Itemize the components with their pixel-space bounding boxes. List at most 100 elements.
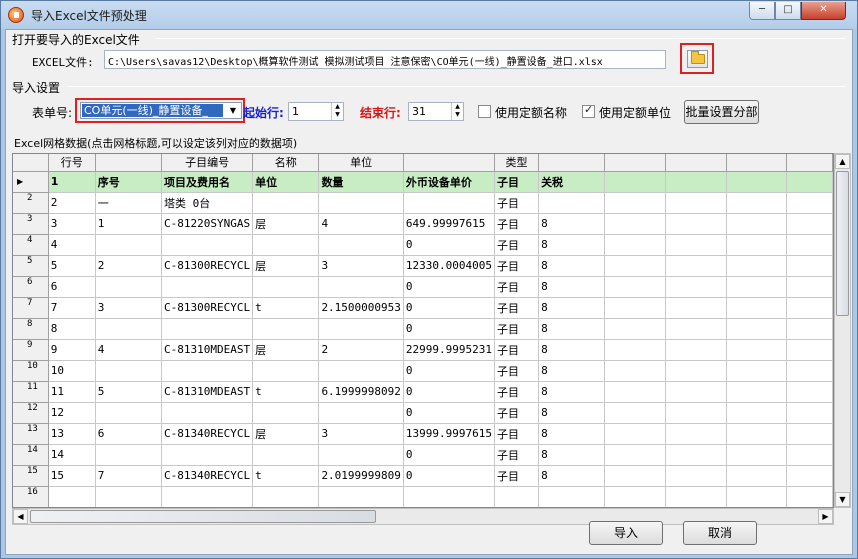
grid-cell[interactable]: 3: [318, 423, 404, 445]
grid-cell[interactable]: C-81310MDEAST: [161, 339, 254, 361]
grid-cell[interactable]: [161, 486, 254, 507]
grid-cell[interactable]: 0: [403, 402, 496, 424]
grid-cell[interactable]: [726, 402, 788, 424]
close-button[interactable]: ✕: [801, 2, 846, 20]
grid-cell[interactable]: 子目: [494, 402, 540, 424]
grid-cell[interactable]: 层: [252, 255, 320, 277]
grid-cell[interactable]: C-81300RECYCL: [161, 297, 254, 319]
grid-cell[interactable]: [318, 360, 404, 382]
grid-cell[interactable]: 外币设备单价: [403, 171, 496, 193]
grid-cell[interactable]: 塔类 0台: [161, 192, 254, 214]
grid-cell[interactable]: [786, 402, 833, 424]
grid-cell[interactable]: [726, 360, 788, 382]
grid-cell[interactable]: [786, 486, 833, 507]
grid-cell[interactable]: 8: [48, 318, 96, 340]
column-header[interactable]: 名称: [252, 154, 320, 172]
grid-cell[interactable]: [726, 423, 788, 445]
spinner-arrows-icon[interactable]: ▲ ▼: [451, 103, 463, 120]
grid-cell[interactable]: 8: [538, 318, 606, 340]
row-header-cell[interactable]: 9: [13, 339, 49, 361]
column-header[interactable]: 子目编号: [161, 154, 254, 172]
table-row[interactable]: 9 9 4 C-81310MDEAST 层 2 22999.9995231 子目 8: [13, 339, 833, 361]
table-row[interactable]: ▶ 1 序号 项目及费用名 单位 数量 外币设备单价 子目 关税: [13, 171, 833, 193]
grid-cell[interactable]: 8: [538, 360, 606, 382]
scroll-down-icon[interactable]: ▼: [835, 492, 850, 507]
grid-cell[interactable]: 0: [403, 297, 496, 319]
row-header-cell[interactable]: 16: [13, 486, 49, 507]
table-row[interactable]: 10 10 0 子目 8: [13, 360, 833, 382]
column-header[interactable]: 单位: [318, 154, 404, 172]
grid-cell[interactable]: 7: [48, 297, 96, 319]
grid-cell[interactable]: 子目: [494, 171, 540, 193]
grid-cell[interactable]: 项目及费用名: [161, 171, 254, 193]
grid-cell[interactable]: [252, 360, 320, 382]
grid-cell[interactable]: [95, 318, 163, 340]
grid-cell[interactable]: [318, 234, 404, 256]
sheet-select[interactable]: CO单元(一线)_静置设备_ ▼: [80, 102, 242, 119]
grid-cell[interactable]: [786, 423, 833, 445]
grid-corner-cell[interactable]: [13, 154, 49, 172]
grid-cell[interactable]: 15: [48, 465, 96, 487]
grid-cell[interactable]: C-81340RECYCL: [161, 423, 254, 445]
grid-cell[interactable]: [604, 297, 666, 319]
grid-cell[interactable]: 8: [538, 465, 606, 487]
table-row[interactable]: 11 11 5 C-81310MDEAST t 6.1999998092 0 子目 8: [13, 381, 833, 403]
grid-cell[interactable]: [604, 465, 666, 487]
grid-cell[interactable]: 子目: [494, 444, 540, 466]
column-header[interactable]: 行号: [48, 154, 96, 172]
grid-cell[interactable]: [604, 486, 666, 507]
grid-cell[interactable]: [252, 402, 320, 424]
grid-cell[interactable]: 子目: [494, 276, 540, 298]
grid-cell[interactable]: [318, 486, 404, 507]
chevron-down-icon[interactable]: ▼: [225, 103, 241, 118]
grid-cell[interactable]: 8: [538, 339, 606, 361]
row-header-cell[interactable]: 3: [13, 213, 49, 235]
grid-cell[interactable]: [161, 402, 254, 424]
grid-cell[interactable]: [161, 360, 254, 382]
row-header-cell[interactable]: 13: [13, 423, 49, 445]
table-row[interactable]: 7 7 3 C-81300RECYCL t 2.1500000953 0 子目 8: [13, 297, 833, 319]
grid-cell[interactable]: [95, 486, 163, 507]
grid-cell[interactable]: 3: [318, 255, 404, 277]
row-header-cell[interactable]: 14: [13, 444, 49, 466]
grid-cell[interactable]: 8: [538, 444, 606, 466]
grid-cell[interactable]: 子目: [494, 381, 540, 403]
grid-cell[interactable]: [604, 192, 666, 214]
grid-cell[interactable]: [786, 234, 833, 256]
row-header-cell[interactable]: 4: [13, 234, 49, 256]
grid-cell[interactable]: [604, 276, 666, 298]
table-row[interactable]: 5 5 2 C-81300RECYCL 层 3 12330.0004005 子目 8: [13, 255, 833, 277]
column-header[interactable]: [665, 154, 727, 172]
grid-cell[interactable]: 2.0199999809: [318, 465, 404, 487]
grid-cell[interactable]: [726, 171, 788, 193]
table-row[interactable]: 8 8 0 子目 8: [13, 318, 833, 340]
grid-cell[interactable]: 1: [95, 213, 163, 235]
grid-cell[interactable]: [665, 444, 727, 466]
grid-cell[interactable]: [786, 318, 833, 340]
table-row[interactable]: 13 13 6 C-81340RECYCL 层 3 13999.9997615 子目 8: [13, 423, 833, 445]
grid-cell[interactable]: [494, 486, 540, 507]
grid-cell[interactable]: 层: [252, 213, 320, 235]
grid-cell[interactable]: C-81300RECYCL: [161, 255, 254, 277]
grid-cell[interactable]: [665, 171, 727, 193]
grid-cell[interactable]: 子目: [494, 192, 540, 214]
grid-cell[interactable]: 子目: [494, 213, 540, 235]
table-row[interactable]: 6 6 0 子目 8: [13, 276, 833, 298]
grid-cell[interactable]: [665, 339, 727, 361]
file-path-field[interactable]: C:\Users\savas12\Desktop\概算软件测试 模拟测试项目 注…: [104, 50, 666, 69]
grid-cell[interactable]: [786, 297, 833, 319]
grid-cell[interactable]: C-81220SYNGAS: [161, 213, 254, 235]
grid-cell[interactable]: [665, 381, 727, 403]
grid-cell[interactable]: [726, 213, 788, 235]
grid-cell[interactable]: [604, 234, 666, 256]
grid-cell[interactable]: [665, 318, 727, 340]
grid-cell[interactable]: 子目: [494, 234, 540, 256]
grid-cell[interactable]: [538, 486, 606, 507]
current-row-indicator-icon[interactable]: ▶: [13, 171, 49, 193]
grid-cell[interactable]: 子目: [494, 423, 540, 445]
grid-cell[interactable]: [604, 444, 666, 466]
start-row-spinner[interactable]: 1 ▲ ▼: [288, 102, 344, 121]
vertical-scrollbar[interactable]: ▲ ▼: [834, 153, 851, 508]
grid-cell[interactable]: 10: [48, 360, 96, 382]
grid-cell[interactable]: [318, 318, 404, 340]
